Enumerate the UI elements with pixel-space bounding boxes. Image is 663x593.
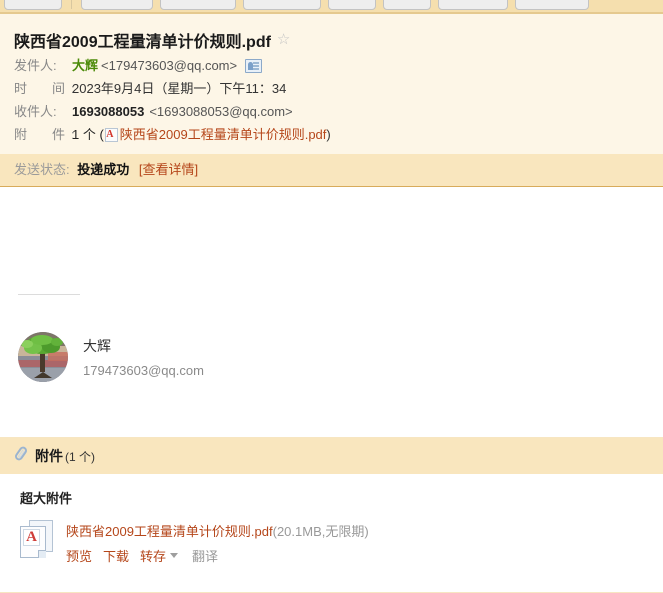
view-details-link[interactable]: [查看详情] — [139, 162, 198, 177]
toolbar-button-4[interactable] — [243, 0, 321, 10]
attachments-header: 附件 (1 个) — [0, 438, 663, 474]
sender-address: <179473603@qq.com> — [101, 58, 238, 73]
from-label: 发件人: — [14, 58, 57, 73]
signature-texts: 大辉 179473603@qq.com — [83, 336, 204, 378]
to-label: 收件人: — [14, 104, 57, 119]
save-to-cloud-link[interactable]: 转存 — [140, 546, 166, 565]
date-value: 2023年9月4日（星期一）下午11：34 — [72, 81, 287, 96]
toolbar-button-1[interactable] — [4, 0, 62, 10]
attachments-group-title: 超大附件 — [20, 491, 73, 506]
contact-card-icon[interactable] — [245, 58, 263, 73]
attachment-count: 1 个 ( — [72, 127, 104, 142]
attachment-close-paren: ) — [326, 127, 331, 142]
mail-body: 大辉 179473603@qq.com — [0, 187, 663, 437]
sender-name[interactable]: 大辉 — [72, 56, 98, 75]
toolbar-button-2[interactable] — [81, 0, 153, 10]
page-title: 陕西省2009工程量清单计价规则.pdf — [14, 34, 271, 51]
recipient-name: 1693088053 — [72, 104, 145, 119]
meta-from-row: 发件人: 大辉 <179473603@qq.com> — [0, 54, 663, 77]
meta-to-row: 收件人: 1693088053 <1693088053@qq.com> — [0, 100, 663, 123]
attachment-size: (20.1MB,无限期) — [272, 524, 369, 539]
attachment-filename[interactable]: 陕西省2009工程量清单计价规则.pdf — [66, 524, 273, 539]
signature-name: 大辉 — [83, 338, 111, 354]
date-label: 时 间: — [14, 81, 81, 96]
pdf-file-icon: A — [104, 127, 118, 142]
signature-block: 大辉 179473603@qq.com — [18, 332, 204, 382]
header-attachment-filename[interactable]: 陕西省2009工程量清单计价规则.pdf — [120, 125, 327, 144]
signature-email: 179473603@qq.com — [83, 363, 204, 378]
meta-attachment-row: 附 件: 1 个 ( A 陕西省2009工程量清单计价规则.pdf ) — [0, 123, 663, 146]
preview-link[interactable]: 预览 — [66, 546, 92, 565]
avatar-photo-bonsai-tree — [18, 332, 68, 382]
pdf-file-icon: A — [20, 520, 54, 560]
send-status-label: 发送状态: — [14, 162, 70, 177]
translate-link[interactable]: 翻译 — [192, 546, 218, 565]
attachment-label: 附 件: — [14, 127, 81, 142]
attachment-name-row: 陕西省2009工程量清单计价规则.pdf(20.1MB,无限期) — [66, 521, 369, 540]
toolbar-buttons — [4, 0, 589, 10]
attachment-actions: 预览 下载 转存 翻译 — [66, 546, 369, 565]
attachments-count: (1 个) — [65, 450, 96, 464]
toolbar-button-5[interactable] — [328, 0, 376, 10]
attachment-item: A 陕西省2009工程量清单计价规则.pdf(20.1MB,无限期) 预览 下载… — [14, 519, 649, 565]
toolbar-button-7[interactable] — [438, 0, 508, 10]
mail-header: 陕西省2009工程量清单计价规则.pdf ☆ 发件人: 大辉 <17947360… — [0, 14, 663, 154]
send-status-value: 投递成功 — [77, 162, 130, 177]
toolbar-button-6[interactable] — [383, 0, 431, 10]
star-outline-icon[interactable]: ☆ — [277, 32, 293, 48]
chevron-down-icon[interactable] — [170, 553, 179, 558]
meta-date-row: 时 间: 2023年9月4日（星期一）下午11：34 — [0, 77, 663, 100]
download-link[interactable]: 下载 — [103, 546, 129, 565]
toolbar-button-3[interactable] — [160, 0, 236, 10]
recipient-address: <1693088053@qq.com> — [149, 104, 293, 119]
toolbar-separator — [71, 0, 72, 9]
attachments-section: 附件 (1 个) 超大附件 A 陕西省2009工程量清单计价规则.pdf(20.… — [0, 437, 663, 593]
attachment-info: 陕西省2009工程量清单计价规则.pdf(20.1MB,无限期) 预览 下载 转… — [66, 519, 369, 565]
attachments-panel: 超大附件 A 陕西省2009工程量清单计价规则.pdf(20.1MB,无限期) … — [0, 474, 663, 583]
toolbar — [0, 0, 663, 14]
subject-row: 陕西省2009工程量清单计价规则.pdf ☆ — [0, 24, 663, 54]
signature-divider — [18, 294, 80, 295]
send-status-bar: 发送状态: 投递成功 [查看详情] — [0, 154, 663, 187]
paperclip-icon — [11, 443, 31, 463]
toolbar-button-8[interactable] — [515, 0, 589, 10]
attachments-title: 附件 — [35, 448, 63, 464]
